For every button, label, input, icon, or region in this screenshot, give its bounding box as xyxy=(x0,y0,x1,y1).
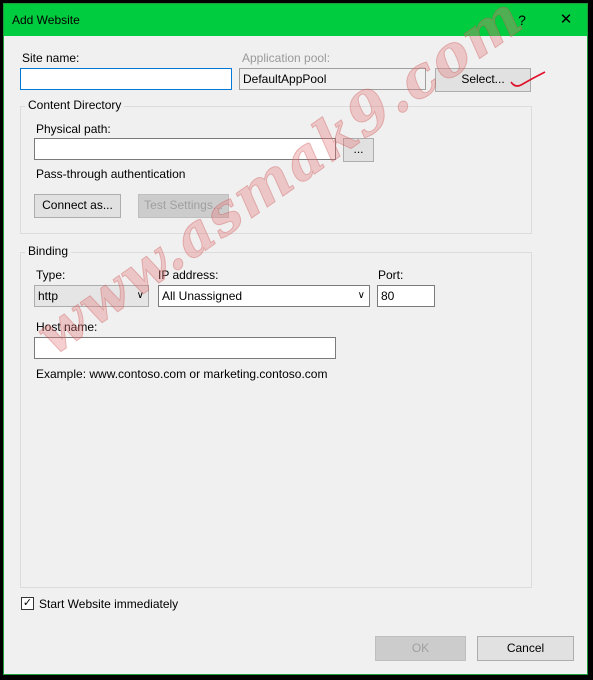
type-label: Type: xyxy=(36,268,66,282)
window-title: Add Website xyxy=(12,13,80,27)
ip-address-select[interactable]: All Unassigned ∨ xyxy=(158,285,370,307)
type-value: http xyxy=(38,289,59,303)
cancel-button[interactable]: Cancel xyxy=(477,636,574,661)
chevron-down-icon: ∨ xyxy=(357,290,365,301)
chevron-down-icon: ∨ xyxy=(136,290,144,301)
application-pool-field: DefaultAppPool xyxy=(239,68,426,90)
site-name-label: Site name: xyxy=(22,51,80,65)
ok-button[interactable]: OK xyxy=(375,636,466,661)
red-annotation-mark xyxy=(510,71,546,87)
application-pool-label: Application pool: xyxy=(242,51,331,65)
ip-address-label: IP address: xyxy=(158,268,219,282)
physical-path-input[interactable] xyxy=(34,138,336,160)
add-website-dialog: Add Website ? ✕ Site name: Application p… xyxy=(3,0,588,675)
pass-through-authentication-label: Pass-through authentication xyxy=(36,167,186,181)
host-name-example: Example: www.contoso.com or marketing.co… xyxy=(36,367,328,381)
close-button[interactable]: ✕ xyxy=(544,4,588,36)
connect-as-button[interactable]: Connect as... xyxy=(34,194,121,218)
binding-title: Binding xyxy=(25,244,72,258)
ip-address-value: All Unassigned xyxy=(162,289,243,303)
title-bar[interactable]: Add Website ? ✕ xyxy=(4,4,587,36)
start-website-checkbox[interactable]: ✓ xyxy=(21,597,34,610)
browse-button[interactable]: ... xyxy=(343,138,374,162)
start-website-label: Start Website immediately xyxy=(39,597,179,611)
checkmark-icon: ✓ xyxy=(22,597,33,609)
host-name-input[interactable] xyxy=(34,337,336,359)
port-label: Port: xyxy=(378,268,404,282)
type-select[interactable]: http ∨ xyxy=(34,285,149,307)
port-input[interactable]: 80 xyxy=(377,285,435,307)
help-button[interactable]: ? xyxy=(504,4,540,36)
test-settings-button[interactable]: Test Settings... xyxy=(138,194,229,218)
host-name-label: Host name: xyxy=(36,320,98,334)
site-name-input[interactable] xyxy=(20,68,232,90)
content-directory-title: Content Directory xyxy=(25,98,125,112)
physical-path-label: Physical path: xyxy=(36,122,111,136)
